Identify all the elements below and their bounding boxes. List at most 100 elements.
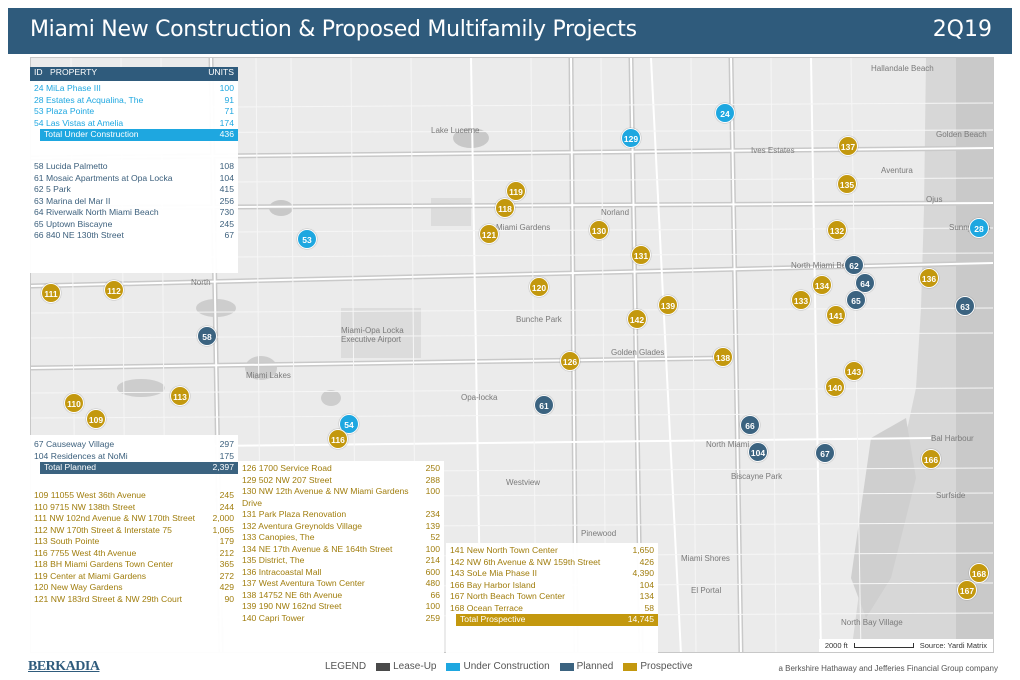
map-pin[interactable]: 139 [658, 295, 678, 315]
map-pin[interactable]: 136 [919, 268, 939, 288]
total-planned: Total Planned 2,397 [40, 462, 238, 474]
table-row[interactable]: 63 Marina del Mar II 256 [30, 196, 238, 208]
company-tagline: a Berkshire Hathaway and Jefferies Finan… [778, 664, 998, 673]
map-pin[interactable]: 138 [713, 347, 733, 367]
map-pin[interactable]: 130 [589, 220, 609, 240]
map-pin[interactable]: 58 [197, 326, 217, 346]
place-label: North Bay Village [841, 618, 903, 627]
map-pin[interactable]: 63 [955, 296, 975, 316]
map-pin[interactable]: 135 [837, 174, 857, 194]
map-pin[interactable]: 141 [826, 305, 846, 325]
map-pin[interactable]: 167 [957, 580, 977, 600]
table-row[interactable]: 142 NW 6th Avenue & NW 159th Street 426 [446, 557, 658, 569]
table-row[interactable]: 54 Las Vistas at Amelia 174 [30, 118, 238, 130]
table-row[interactable]: 134 NE 17th Avenue & NE 164th Street 100 [238, 544, 444, 556]
map-pin[interactable]: 104 [748, 442, 768, 462]
map-pin[interactable]: 110 [64, 393, 84, 413]
table-row[interactable]: 168 Ocean Terrace 58 [446, 603, 658, 615]
table-header: ID PROPERTY UNITS [30, 67, 238, 81]
map-pin[interactable]: 137 [838, 136, 858, 156]
table-row[interactable]: 110 9715 NW 138th Street 244 [30, 502, 238, 514]
map-pin[interactable]: 111 [41, 283, 61, 303]
table-row[interactable]: 133 Canopies, The 52 [238, 532, 444, 544]
table-row[interactable]: 24 MiLa Phase III 100 [30, 83, 238, 95]
table-bottom-left: 67 Causeway Village 297 104 Residences at… [30, 435, 238, 653]
map-pin[interactable]: 61 [534, 395, 554, 415]
map-pin[interactable]: 53 [297, 229, 317, 249]
table-row[interactable]: 66 840 NE 130th Street 67 [30, 230, 238, 242]
map-pin[interactable]: 118 [495, 198, 515, 218]
place-label: Biscayne Park [731, 472, 783, 481]
table-row[interactable]: 120 New Way Gardens 429 [30, 582, 238, 594]
table-row[interactable]: 53 Plaza Pointe 71 [30, 106, 238, 118]
table-row[interactable]: 137 West Aventura Town Center 480 [238, 578, 444, 590]
table-row[interactable]: 65 Uptown Biscayne 245 [30, 219, 238, 231]
map-pin[interactable]: 116 [328, 429, 348, 449]
table-row[interactable]: 62 5 Park 415 [30, 184, 238, 196]
legend-prospective: Prospective [623, 661, 693, 672]
berkadia-logo[interactable]: BERKADIA [28, 659, 100, 675]
table-row[interactable]: 130 NW 12th Avenue & NW Miami Gardens Dr… [238, 486, 444, 509]
table-row[interactable]: 112 NW 170th Street & Interstate 75 1,065 [30, 525, 238, 537]
map-pin[interactable]: 132 [827, 220, 847, 240]
table-row[interactable]: 109 11055 West 36th Avenue 245 [30, 490, 238, 502]
map-pin[interactable]: 140 [825, 377, 845, 397]
map-pin[interactable]: 62 [844, 255, 864, 275]
place-label: Miami Shores [681, 554, 730, 563]
table-row[interactable]: 67 Causeway Village 297 [30, 439, 238, 451]
table-bottom-mid: 126 1700 Service Road 250 129 502 NW 207 … [238, 461, 444, 653]
map-pin[interactable]: 126 [560, 351, 580, 371]
map-pin[interactable]: 121 [479, 224, 499, 244]
place-label: Norland [601, 208, 630, 217]
table-row[interactable]: 113 South Pointe 179 [30, 536, 238, 548]
place-label: Westview [506, 478, 541, 487]
table-row[interactable]: 126 1700 Service Road 250 [238, 463, 444, 475]
table-row[interactable]: 111 NW 102nd Avenue & NW 170th Street 2,0… [30, 513, 238, 525]
place-label: El Portal [691, 586, 722, 595]
table-row[interactable]: 167 North Beach Town Center 134 [446, 591, 658, 603]
place-label: Hallandale Beach [871, 64, 934, 73]
map-pin[interactable]: 168 [969, 563, 989, 583]
map-pin[interactable]: 113 [170, 386, 190, 406]
table-row[interactable]: 140 Capri Tower 259 [238, 613, 444, 625]
map-pin[interactable]: 133 [791, 290, 811, 310]
map-pin[interactable]: 28 [969, 218, 989, 238]
table-row[interactable]: 129 502 NW 207 Street 288 [238, 475, 444, 487]
table-row[interactable]: 166 Bay Harbor Island 104 [446, 580, 658, 592]
map-pin[interactable]: 109 [86, 409, 106, 429]
map-pin[interactable]: 142 [627, 309, 647, 329]
place-label: Miami Gardens [496, 223, 551, 232]
map-pin[interactable]: 112 [104, 280, 124, 300]
table-row[interactable]: 64 Riverwalk North Miami Beach 730 [30, 207, 238, 219]
map-pin[interactable]: 166 [921, 449, 941, 469]
table-row[interactable]: 138 14752 NE 6th Avenue 66 [238, 590, 444, 602]
under-construction-swatch-icon [446, 662, 461, 671]
map-pin[interactable]: 24 [715, 103, 735, 123]
table-row[interactable]: 118 BH Miami Gardens Town Center 365 [30, 559, 238, 571]
table-row[interactable]: 141 New North Town Center 1,650 [446, 545, 658, 557]
map-pin[interactable]: 131 [631, 245, 651, 265]
map-pin[interactable]: 65 [846, 290, 866, 310]
place-label: Ives Estates [751, 146, 795, 155]
place-label: Golden Beach [936, 130, 987, 139]
table-row[interactable]: 58 Lucida Palmetto 108 [30, 161, 238, 173]
table-row[interactable]: 139 190 NW 162nd Street 100 [238, 601, 444, 613]
map-pin[interactable]: 134 [812, 275, 832, 295]
map-pin[interactable]: 120 [529, 277, 549, 297]
table-row[interactable]: 61 Mosaic Apartments at Opa Locka 104 [30, 173, 238, 185]
map-pin[interactable]: 67 [815, 443, 835, 463]
table-row[interactable]: 132 Aventura Greynolds Village 139 [238, 521, 444, 533]
table-row[interactable]: 121 NW 183rd Street & NW 29th Court 90 [30, 594, 238, 606]
map-pin[interactable]: 143 [844, 361, 864, 381]
map-pin[interactable]: 66 [740, 415, 760, 435]
table-row[interactable]: 143 SoLe Mia Phase II 4,390 [446, 568, 658, 580]
table-row[interactable]: 116 7755 West 4th Avenue 212 [30, 548, 238, 560]
table-row[interactable]: 119 Center at Miami Gardens 272 [30, 571, 238, 583]
place-label: Pinewood [581, 529, 617, 538]
table-row[interactable]: 135 District, The 214 [238, 555, 444, 567]
table-row[interactable]: 104 Residences at NoMi 175 [30, 451, 238, 463]
map-pin[interactable]: 129 [621, 128, 641, 148]
table-row[interactable]: 131 Park Plaza Renovation 234 [238, 509, 444, 521]
table-row[interactable]: 136 Intracoastal Mall 600 [238, 567, 444, 579]
table-row[interactable]: 28 Estates at Acqualina, The 91 [30, 95, 238, 107]
